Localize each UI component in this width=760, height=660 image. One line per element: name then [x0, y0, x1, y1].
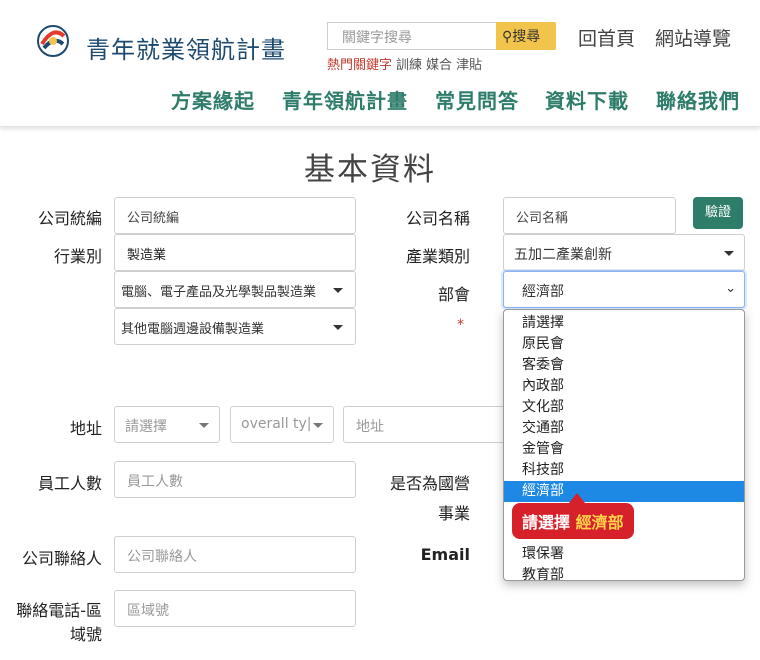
- phone-area-label-line1: 聯絡電話-區: [16, 601, 102, 620]
- phone-area-label-line2: 域號: [69, 625, 102, 644]
- hot-keywords: 熱門關鍵字 訓練 媒合 津貼: [327, 54, 482, 73]
- ministry-option[interactable]: 請選擇: [504, 313, 744, 334]
- contact-input[interactable]: 公司聯絡人: [114, 536, 356, 573]
- callout-pointer: [569, 493, 585, 503]
- address-label: 地址: [69, 419, 102, 438]
- hot-keyword[interactable]: 訓練: [396, 58, 422, 73]
- search-icon: ⚲: [502, 29, 513, 45]
- chevron-down-icon: ⌄: [725, 281, 736, 296]
- hot-keyword[interactable]: 媒合: [426, 58, 452, 73]
- ministry-option[interactable]: 客委會: [504, 355, 744, 376]
- verify-button[interactable]: 驗證: [693, 197, 743, 229]
- industry-sub1-select[interactable]: 電腦、電子產品及光學製品製造業: [114, 271, 356, 308]
- employees-label: 員工人數: [37, 474, 102, 493]
- address-city-select[interactable]: 請選擇: [114, 406, 220, 443]
- sitemap-link[interactable]: 網站導覽: [655, 24, 731, 51]
- instruction-callout: 請選擇 經濟部: [512, 503, 634, 539]
- ministry-dropdown[interactable]: 請選擇 原民會 客委會 內政部 文化部 交通部 金管會 科技部 經濟部 環保署 …: [503, 309, 745, 581]
- industry-sub2-value: 其他電腦週邊設備製造業: [121, 322, 265, 337]
- ministry-select-value: 經濟部: [522, 284, 564, 300]
- site-logo-icon[interactable]: [32, 22, 74, 64]
- state-owned-label: 是否為國營 事業: [370, 470, 470, 524]
- tax-id-input[interactable]: 公司統編: [114, 197, 356, 234]
- phone-area-label: 聯絡電話-區 域號: [0, 599, 102, 647]
- contact-label: 公司聯絡人: [21, 549, 102, 568]
- state-owned-label-line2: 事業: [437, 504, 470, 523]
- nav-item-program[interactable]: 青年領航計畫: [282, 85, 408, 114]
- search-button[interactable]: ⚲搜尋: [496, 22, 556, 50]
- email-label: Email: [420, 545, 470, 564]
- state-owned-label-line1: 是否為國營: [389, 474, 470, 493]
- sector-select-value: 五加二產業創新: [514, 247, 612, 263]
- address-district-select[interactable]: overall ty|: [230, 406, 334, 443]
- hot-keyword[interactable]: 津貼: [456, 58, 482, 73]
- ministry-option[interactable]: 科技部: [504, 460, 744, 481]
- tax-id-label: 公司統編: [37, 209, 102, 228]
- ministry-select[interactable]: 經濟部 ⌄: [503, 271, 745, 308]
- chevron-down-icon: [724, 251, 734, 256]
- company-name-label: 公司名稱: [405, 209, 470, 228]
- ministry-option-selected[interactable]: 經濟部: [504, 481, 744, 502]
- company-name-input[interactable]: 公司名稱: [503, 197, 676, 234]
- site-header: 青年就業領航計畫 關鍵字搜尋 ⚲搜尋 熱門關鍵字 訓練 媒合 津貼 回首頁 網站導覽 …: [0, 0, 760, 127]
- ministry-option[interactable]: 原民會: [504, 334, 744, 355]
- phone-area-input[interactable]: 區域號: [114, 590, 356, 627]
- industry-input[interactable]: 製造業: [114, 234, 356, 271]
- chevron-down-icon: [333, 325, 343, 330]
- sector-label: 產業類別: [405, 247, 470, 266]
- address-district-placeholder: overall ty|: [241, 416, 312, 432]
- employees-input[interactable]: 員工人數: [114, 461, 356, 498]
- nav-item-downloads[interactable]: 資料下載: [545, 85, 629, 114]
- required-mark: *: [457, 317, 464, 333]
- home-link[interactable]: 回首頁: [578, 24, 635, 51]
- industry-sub1-value: 電腦、電子產品及光學製品製造業: [121, 285, 317, 300]
- nav-item-origin[interactable]: 方案緣起: [171, 85, 255, 114]
- site-title[interactable]: 青年就業領航計畫: [86, 30, 286, 65]
- ministry-option[interactable]: 交通部: [504, 418, 744, 439]
- ministry-option[interactable]: 文化部: [504, 397, 744, 418]
- ministry-option[interactable]: 內政部: [504, 376, 744, 397]
- chevron-down-icon: [199, 423, 209, 428]
- callout-prefix: 請選擇: [522, 513, 571, 532]
- ministry-option[interactable]: 教育部: [504, 565, 744, 580]
- nav-item-contact[interactable]: 聯絡我們: [656, 85, 740, 114]
- search-button-label: 搜尋: [512, 29, 541, 45]
- chevron-down-icon: [333, 288, 343, 293]
- sector-select[interactable]: 五加二產業創新: [503, 234, 745, 271]
- hot-keywords-label: 熱門關鍵字: [327, 58, 393, 73]
- page-title: 基本資料: [304, 152, 436, 188]
- ministry-label: 部會: [437, 285, 470, 304]
- nav-item-faq[interactable]: 常見問答: [435, 85, 519, 114]
- address-city-placeholder: 請選擇: [125, 419, 167, 435]
- chevron-down-icon: [313, 423, 323, 428]
- ministry-option[interactable]: 金管會: [504, 439, 744, 460]
- industry-label: 行業別: [53, 247, 102, 266]
- search-input[interactable]: 關鍵字搜尋: [327, 22, 497, 50]
- ministry-option[interactable]: 環保署: [504, 544, 744, 565]
- industry-sub2-select[interactable]: 其他電腦週邊設備製造業: [114, 308, 356, 345]
- address-input[interactable]: 地址: [343, 406, 513, 443]
- callout-highlight: 經濟部: [575, 513, 624, 532]
